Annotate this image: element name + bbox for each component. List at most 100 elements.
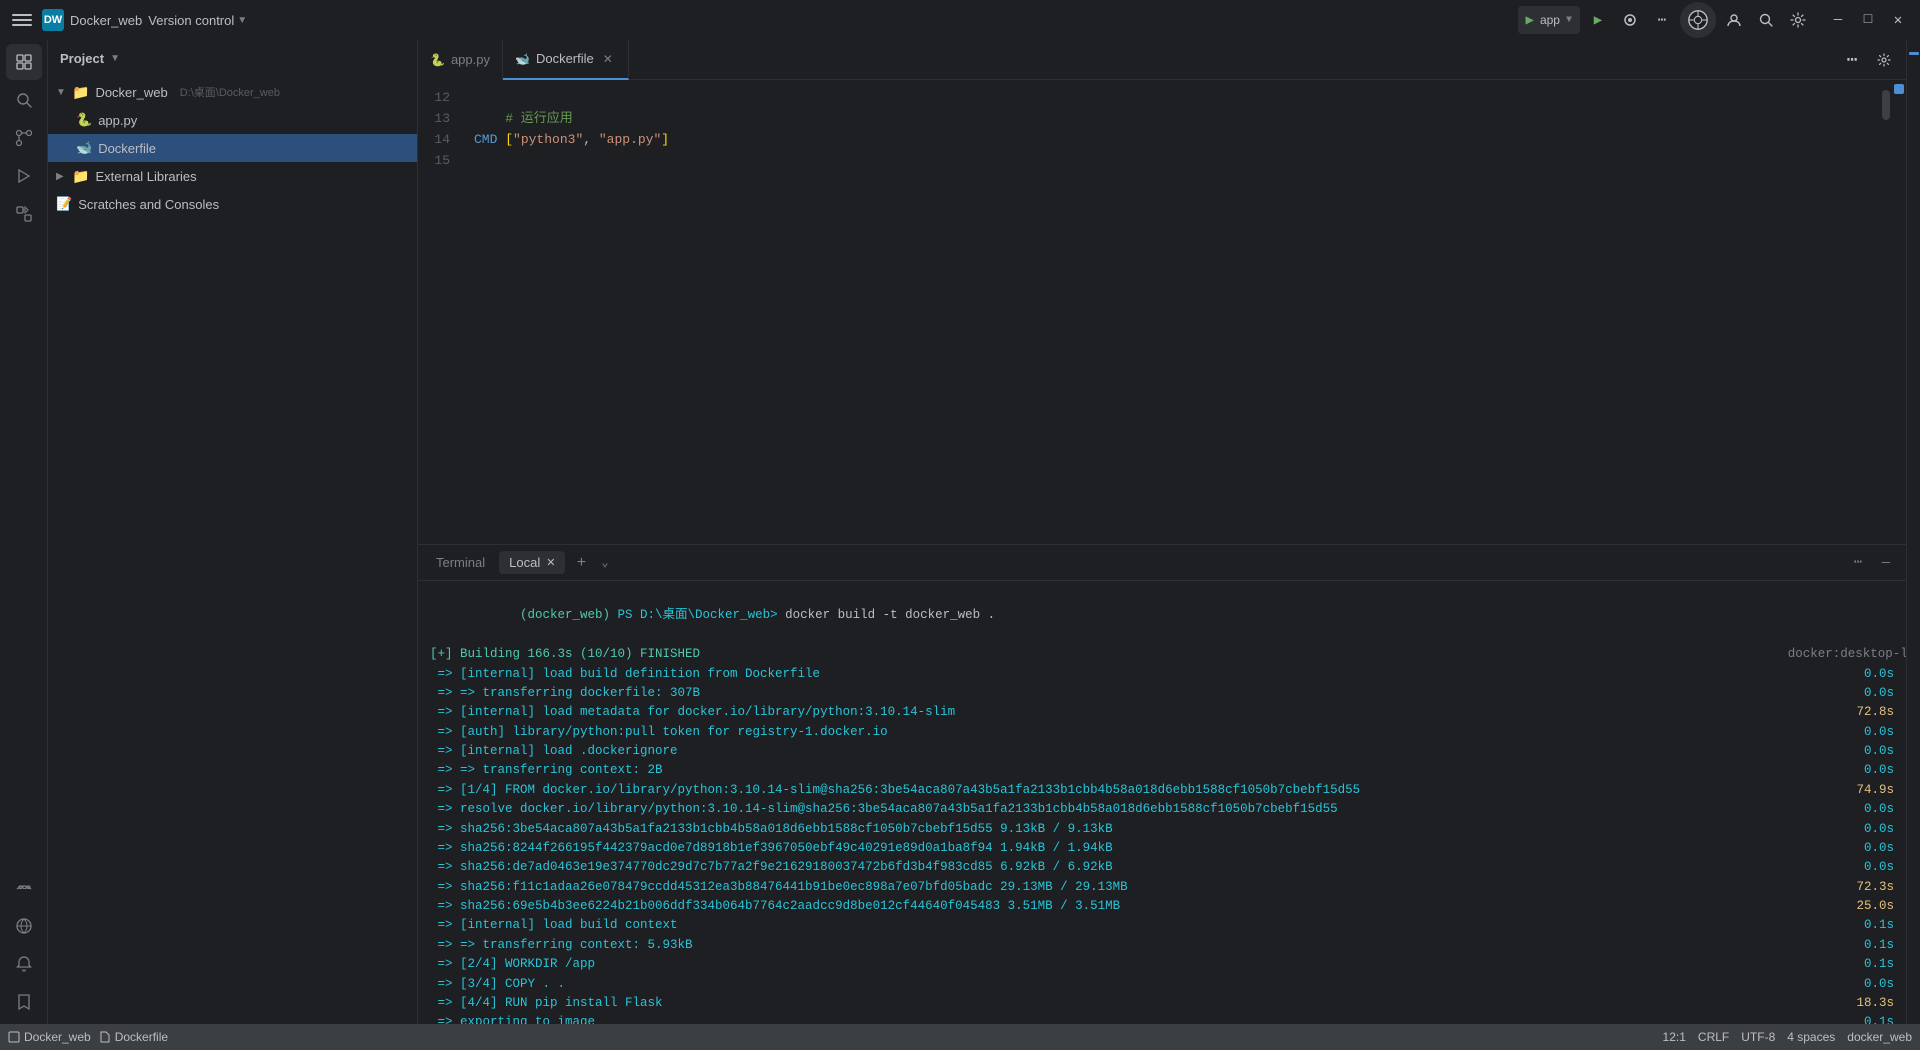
- tree-item-app-py[interactable]: 🐍 app.py: [48, 106, 417, 134]
- t18-text: => [4/4] RUN pip install Flask: [430, 994, 663, 1013]
- tab-app-py[interactable]: 🐍 app.py: [418, 40, 503, 80]
- title-bar: DW Docker_web Version control ▼ ▶ app ▼ …: [0, 0, 1920, 40]
- t5-text: => [internal] load .dockerignore: [430, 742, 678, 761]
- term-line-18: => [4/4] RUN pip install Flask 18.3s: [430, 994, 1894, 1013]
- tree-item-dockerfile[interactable]: 🐋 Dockerfile: [48, 134, 417, 162]
- t17-time: 0.0s: [1864, 975, 1894, 994]
- status-encoding-crlf[interactable]: CRLF: [1698, 1030, 1729, 1044]
- status-position[interactable]: 12:1: [1663, 1030, 1686, 1044]
- status-encoding-utf8[interactable]: UTF-8: [1741, 1030, 1775, 1044]
- t16-text: => [2/4] WORKDIR /app: [430, 955, 595, 974]
- tree-item-external-libraries[interactable]: ▶ 📁 External Libraries: [48, 162, 417, 190]
- pilot-icon-button[interactable]: [1680, 2, 1716, 38]
- status-docker-label[interactable]: docker_web: [1847, 1030, 1912, 1044]
- close-window-button[interactable]: ✕: [1884, 6, 1912, 34]
- local-tab-close[interactable]: ✕: [546, 556, 555, 569]
- minimize-button[interactable]: —: [1824, 6, 1852, 34]
- tree-item-scratches[interactable]: 📝 Scratches and Consoles: [48, 190, 417, 218]
- activity-docker[interactable]: [6, 870, 42, 906]
- status-indent[interactable]: 4 spaces: [1787, 1030, 1835, 1044]
- t2-time: 0.0s: [1864, 684, 1894, 703]
- scratches-label: Scratches and Consoles: [78, 197, 219, 212]
- terminal-tab-label: Terminal: [436, 555, 485, 570]
- scratches-icon: 📝: [56, 196, 72, 212]
- activity-extensions[interactable]: [6, 196, 42, 232]
- status-project[interactable]: Docker_web: [8, 1030, 91, 1044]
- term-line-14: => [internal] load build context0.1s: [430, 916, 1894, 935]
- activity-search[interactable]: [6, 82, 42, 118]
- terminal-tab-terminal[interactable]: Terminal: [426, 551, 495, 574]
- term-line-6: => => transferring context: 2B0.0s: [430, 761, 1894, 780]
- tab-dockerfile[interactable]: 🐋 Dockerfile ✕: [503, 40, 629, 80]
- debug-button[interactable]: [1616, 6, 1644, 34]
- main-layout: Project ▼ ▼ 📁 Docker_web D:\桌面\Docker_we…: [0, 40, 1920, 1024]
- sidebar-chevron: ▼: [110, 53, 120, 64]
- t4-text: => [auth] library/python:pull token for …: [430, 723, 888, 742]
- run-app-button[interactable]: ▶ app ▼: [1518, 6, 1580, 34]
- version-control-button[interactable]: Version control ▼: [148, 13, 247, 28]
- tab-label-app-py: app.py: [451, 52, 490, 67]
- play-icon: ▶: [1526, 12, 1534, 29]
- term-line-10: => sha256:8244f266195f442379acd0e7d8918b…: [430, 839, 1894, 858]
- sidebar: Project ▼ ▼ 📁 Docker_web D:\桌面\Docker_we…: [48, 40, 418, 1024]
- status-docker: docker_web: [1847, 1030, 1912, 1044]
- status-left: Docker_web Dockerfile: [8, 1030, 168, 1044]
- activity-debug[interactable]: [6, 158, 42, 194]
- settings-button[interactable]: [1784, 6, 1812, 34]
- run-button[interactable]: ▶: [1584, 6, 1612, 34]
- folder-icon-ext-libs: 📁: [72, 168, 89, 185]
- t1-text: => [internal] load build definition from…: [430, 665, 820, 684]
- terminal-split-button[interactable]: ⌄: [597, 551, 612, 574]
- cmd-bracket-open: [: [505, 130, 513, 151]
- status-file[interactable]: Dockerfile: [99, 1030, 168, 1044]
- t14-time: 0.1s: [1864, 916, 1894, 935]
- t18-time: 18.3s: [1856, 994, 1894, 1013]
- editor-scrollbar[interactable]: [1880, 80, 1892, 544]
- term-line-2: => => transferring dockerfile: 307B0.0s: [430, 684, 1894, 703]
- term-line-15: => => transferring context: 5.93kB0.1s: [430, 936, 1894, 955]
- term-line-7: => [1/4] FROM docker.io/library/python:3…: [430, 781, 1894, 800]
- term-line-1: => [internal] load build definition from…: [430, 665, 1894, 684]
- maximize-button[interactable]: □: [1854, 6, 1882, 34]
- editor-settings-button[interactable]: [1870, 46, 1898, 74]
- status-bar: Docker_web Dockerfile 12:1 CRLF UTF-8 4 …: [0, 1024, 1920, 1050]
- tree-item-docker-web[interactable]: ▼ 📁 Docker_web D:\桌面\Docker_web: [48, 78, 417, 106]
- tab-close-dockerfile[interactable]: ✕: [600, 51, 616, 67]
- editor-more-button[interactable]: ⋯: [1838, 46, 1866, 74]
- t10-time: 0.0s: [1864, 839, 1894, 858]
- t7-text: => [1/4] FROM docker.io/library/python:3…: [430, 781, 1360, 800]
- cmd-keyword: CMD: [474, 130, 497, 151]
- search-button[interactable]: [1752, 6, 1780, 34]
- project-logo: DW: [42, 9, 64, 31]
- project-name: Docker_web: [70, 13, 142, 28]
- version-control-chevron: ▼: [237, 15, 247, 26]
- account-button[interactable]: [1720, 6, 1748, 34]
- activity-explorer[interactable]: [6, 44, 42, 80]
- activity-notifications[interactable]: [6, 946, 42, 982]
- hamburger-button[interactable]: [8, 6, 36, 34]
- folder-label-ext-libs: External Libraries: [95, 169, 196, 184]
- code-line-15: [474, 151, 1864, 172]
- local-tab-label: Local: [509, 555, 540, 570]
- term-line-8: => resolve docker.io/library/python:3.10…: [430, 800, 1894, 819]
- activity-remote[interactable]: [6, 908, 42, 944]
- terminal-minimize-button[interactable]: —: [1874, 551, 1898, 575]
- status-indent-label: 4 spaces: [1787, 1030, 1835, 1044]
- t8-text: => resolve docker.io/library/python:3.10…: [430, 800, 1338, 819]
- sidebar-tree: ▼ 📁 Docker_web D:\桌面\Docker_web 🐍 app.py…: [48, 76, 417, 1024]
- term-line-12: => sha256:f11c1adaa26e078479ccdd45312ea3…: [430, 878, 1894, 897]
- terminal-add-button[interactable]: +: [569, 551, 593, 575]
- activity-git[interactable]: [6, 120, 42, 156]
- activity-bookmarks[interactable]: [6, 984, 42, 1020]
- t1-time: 0.0s: [1864, 665, 1894, 684]
- terminal-more-button[interactable]: ⋯: [1846, 551, 1870, 575]
- terminal-tab-local[interactable]: Local ✕: [499, 551, 565, 574]
- status-file-label: Dockerfile: [115, 1030, 168, 1044]
- t9-time: 0.0s: [1864, 820, 1894, 839]
- terminal-tabs: Terminal Local ✕ + ⌄ ⋯ —: [418, 545, 1906, 581]
- more-options-button[interactable]: ⋯: [1648, 6, 1676, 34]
- code-line-12: [474, 88, 1864, 109]
- code-area[interactable]: # 运行应用 CMD [ "python3" , "app.py" ]: [458, 80, 1880, 544]
- terminal-content[interactable]: (docker_web) PS D:\桌面\Docker_web> docker…: [418, 581, 1906, 1024]
- term-line-13: => sha256:69e5b4b3ee6224b21b006ddf334b06…: [430, 897, 1894, 916]
